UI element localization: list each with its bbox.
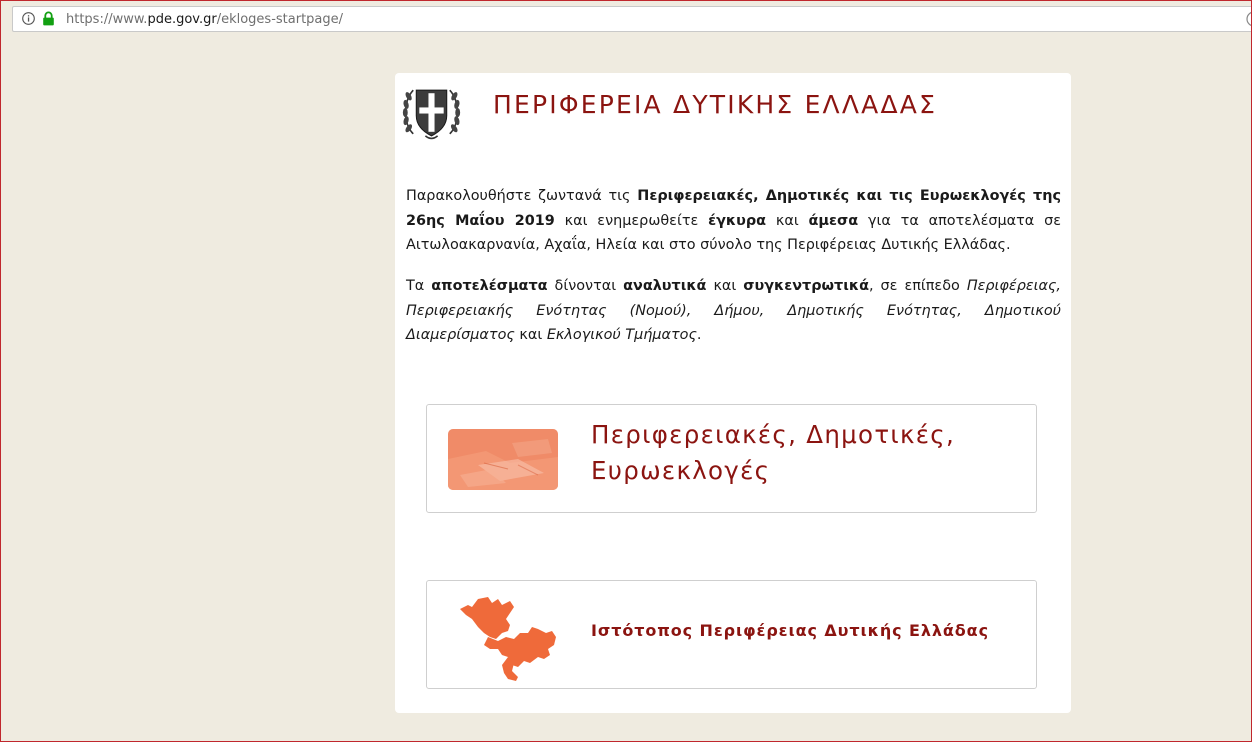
intro-italic-text: Εκλογικού Τμήματος	[546, 327, 697, 343]
address-bar[interactable]: https://www.pde.gov.gr/ekloges-startpage…	[12, 6, 1252, 32]
url-text[interactable]: https://www.pde.gov.gr/ekloges-startpage…	[66, 12, 343, 27]
intro-paragraph-1: Παρακολουθήστε ζωντανά τις Περιφερειακές…	[406, 184, 1061, 258]
intro-text: και ενημερωθείτε	[554, 212, 709, 229]
region-title: ΠΕΡΙΦΕΡΕΙΑ ΔΥΤΙΚΗΣ ΕΛΛΑΔΑΣ	[493, 90, 938, 119]
elections-results-link[interactable]: Περιφερειακές, Δημοτικές, Ευρωεκλογές	[426, 404, 1037, 513]
intro-bold-text: αναλυτικά	[623, 278, 707, 294]
intro-text: και	[706, 278, 744, 294]
intro-text: Παρακολουθήστε ζωντανά τις	[406, 188, 638, 204]
lock-icon[interactable]	[42, 11, 55, 26]
intro-bold-text: συγκεντρωτικά	[743, 278, 869, 294]
intro-bold-text: αποτελέσματα	[431, 278, 548, 294]
intro-text: και	[766, 212, 809, 229]
intro-text: Τα	[406, 278, 432, 294]
greek-coat-of-arms-icon	[402, 89, 461, 140]
reader-view-icon[interactable]	[1244, 11, 1252, 27]
content-card: ΠΕΡΙΦΕΡΕΙΑ ΔΥΤΙΚΗΣ ΕΛΛΑΔΑΣ Παρακολουθήστ…	[395, 73, 1071, 713]
intro-text: και	[514, 327, 547, 343]
intro-text: δίνονται	[547, 278, 624, 294]
region-website-link[interactable]: Ιστότοπος Περιφέρειας Δυτικής Ελλάδας	[426, 580, 1037, 689]
intro-bold-text: άμεσα	[808, 212, 859, 229]
intro-paragraph-2: Τα αποτελέσματα δίνονται αναλυτικά και σ…	[406, 274, 1061, 348]
elections-link-label: Περιφερειακές, Δημοτικές, Ευρωεκλογές	[591, 420, 956, 485]
url-prefix: https://www.	[66, 12, 148, 27]
info-icon[interactable]	[22, 12, 35, 25]
intro-bold-text: έγκυρα	[708, 212, 767, 229]
website-link-label: Ιστότοπος Περιφέρειας Δυτικής Ελλάδας	[591, 621, 989, 640]
intro-text: , σε επίπεδο	[868, 278, 967, 294]
intro-text: .	[696, 327, 702, 343]
url-host: pde.gov.gr	[147, 12, 217, 27]
region-map-icon	[460, 597, 556, 681]
ballot-photo-icon	[448, 429, 558, 490]
url-path: /ekloges-startpage/	[216, 12, 344, 27]
